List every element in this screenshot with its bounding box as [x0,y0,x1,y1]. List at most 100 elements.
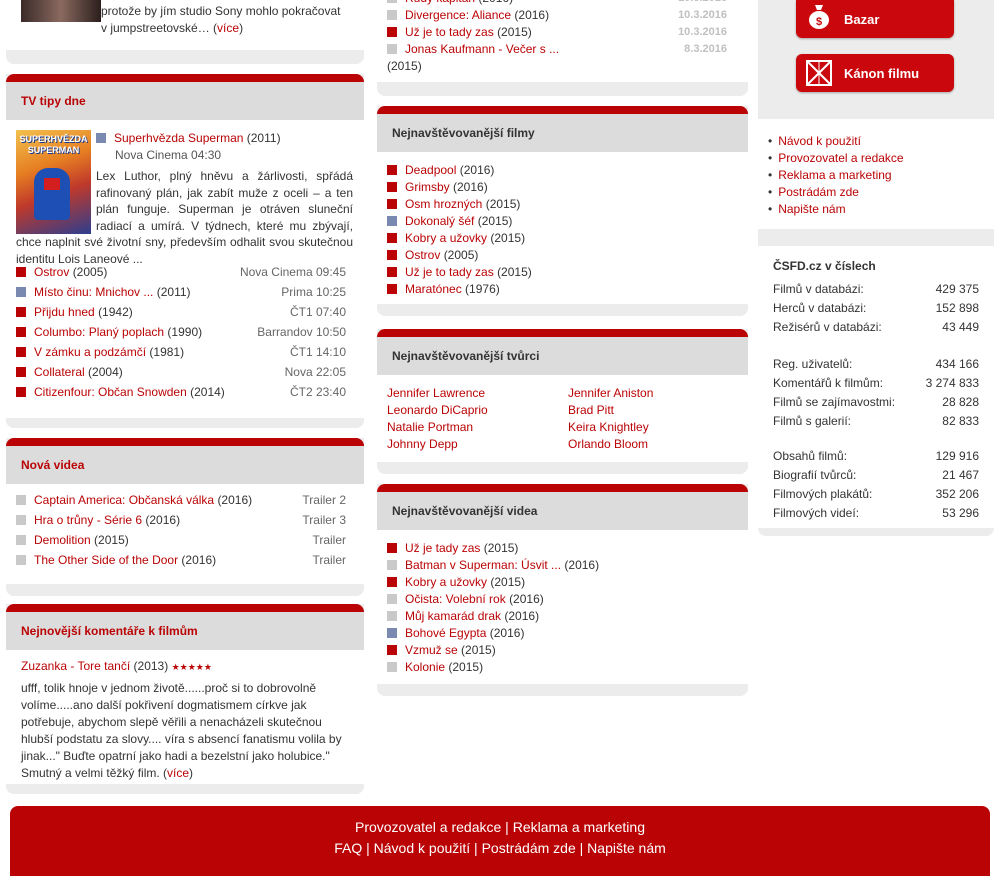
stat-value: 21 467 [942,468,979,482]
creator-link[interactable]: Jennifer Aniston [568,386,653,400]
film-link[interactable]: Batman v Superman: Úsvit ... [405,558,561,572]
comment-user-link[interactable]: Zuzanka [21,659,67,673]
film-link[interactable]: Ostrov [34,265,69,279]
film-link[interactable]: Kobry a užovky [405,575,487,589]
film-link[interactable]: Collateral [34,365,85,379]
stat-value: 352 206 [935,487,979,501]
stat-label: Filmových videí: [773,506,860,520]
film-link[interactable]: Už je to tady zas [405,25,494,39]
film-link[interactable]: Demolition [34,533,91,547]
film-link[interactable]: Columbo: Planý poplach [34,325,164,339]
film-year: (2014) [190,385,225,399]
article-more-link[interactable]: více [217,21,239,35]
film-year: (2004) [88,365,123,379]
film-link[interactable]: Bohové Egypta [405,626,486,640]
list-item: Kolonie (2015) [387,659,742,676]
red-marker-icon [16,307,26,317]
stat-label: Filmových plakátů: [773,487,873,501]
gray-marker-icon [387,10,397,20]
footer-link[interactable]: Provozovatel a redakce [355,819,501,835]
film-link[interactable]: Divergence: Aliance [405,8,511,22]
comment-film-link[interactable]: Tore tančí [77,659,130,673]
bazar-button[interactable]: $ Bazar [796,0,954,38]
film-link[interactable]: Ostrov [405,248,440,262]
footer-link[interactable]: FAQ [334,840,362,856]
list-item: Ostrov (2005) Nova Cinema 09:45 [16,264,356,284]
film-frame-icon [806,60,832,86]
right-link[interactable]: Reklama a marketing [778,168,891,182]
right-link[interactable]: Napište nám [778,202,845,216]
stats-box: ČSFD.cz v číslech Filmů v databázi: 429 3… [758,246,994,528]
right-link[interactable]: Provozovatel a redakce [778,151,903,165]
stat-label: Komentářů k filmům: [773,376,884,390]
poster-title: SUPERHVĚZDA SUPERMAN [19,134,88,155]
film-link[interactable]: Grimsby [405,180,450,194]
creator-link[interactable]: Brad Pitt [568,403,614,417]
film-year: (2016) [514,8,550,22]
film-link[interactable]: Přijdu hned [34,305,95,319]
film-year: (2016) [217,493,253,507]
creator-link[interactable]: Natalie Portman [387,420,473,434]
article-thumbnail[interactable] [21,0,101,22]
film-link[interactable]: Captain America: Občanská válka [34,493,214,507]
stat-label: Režisérů v databázi: [773,320,882,334]
right-links-box: Návod k použití Provozovatel a redakce Rek… [758,119,994,229]
film-link[interactable]: Hra o trůny - Série 6 [34,513,142,527]
red-marker-icon [16,347,26,357]
film-link[interactable]: Kobry a užovky [405,231,487,245]
film-link[interactable]: Deadpool [405,163,456,177]
creator-link[interactable]: Jennifer Lawrence [387,386,485,400]
film-link[interactable]: Už je to tady zas [405,265,494,279]
most-visited-films-title: Nejnavštěvovanější filmy [377,114,748,152]
footer-link[interactable]: Reklama a marketing [513,819,645,835]
film-link[interactable]: The Other Side of the Door [34,553,178,567]
list-item: Místo činu: Mnichov ... (2011) Prima 10:2… [16,284,356,304]
creator-link[interactable]: Orlando Bloom [568,437,648,451]
film-link[interactable]: Osm hrozných [405,197,482,211]
film-link[interactable]: Očista: Volební rok [405,592,506,606]
red-marker-icon [387,284,397,294]
film-link[interactable]: Citizenfour: Občan Snowden [34,385,187,399]
comment-more-link[interactable]: více [167,766,189,780]
film-link[interactable]: Vzmuž se [405,643,458,657]
creator-link[interactable]: Leonardo DiCaprio [387,403,488,417]
new-videos-box: Nová videa Captain America: Občanská vál… [6,438,364,596]
stat-row: Filmů s galerií: 82 833 [773,412,994,431]
film-link[interactable]: Jonas Kaufmann - Večer s ... [405,42,559,56]
kanon-button[interactable]: Kánon filmu [796,54,954,92]
film-link[interactable]: Už je tady zas [405,541,480,555]
featured-film-link[interactable]: Superhvězda Superman [114,131,243,145]
right-link[interactable]: Postrádám zde [778,185,859,199]
footer-link[interactable]: Napište nám [587,840,666,856]
creator-link[interactable]: Johnny Depp [387,437,458,451]
right-link-item: Reklama a marketing [768,167,904,184]
blue-marker-icon [387,628,397,638]
footer-link[interactable]: Návod k použití [374,840,471,856]
film-year: (2015) [461,643,496,657]
list-item: Můj kamarád drak (2016) [387,608,742,625]
list-item: Dokonalý šéf (2015) [387,213,742,230]
row-meta: 10.3.2016 [678,0,727,7]
new-videos-list: Captain America: Občanská válka (2016) Tr… [16,492,356,572]
footer-link[interactable]: Postrádám zde [482,840,576,856]
film-link[interactable]: V zámku a podzámčí [34,345,146,359]
stat-row: Filmů v databázi: 429 375 [773,280,994,299]
right-link[interactable]: Návod k použití [778,134,861,148]
stat-label: Obsahů filmů: [773,449,848,463]
creator-link[interactable]: Keira Knightley [568,420,649,434]
creator-item: Natalie Portman [387,419,567,436]
film-link[interactable]: Místo činu: Mnichov ... [34,285,153,299]
gray-marker-icon [387,611,397,621]
film-link[interactable]: Můj kamarád drak [405,609,501,623]
film-link[interactable]: Dokonalý šéf [405,214,474,228]
film-link[interactable]: Kolonie [405,660,445,674]
list-item: Captain America: Občanská válka (2016) Tr… [16,492,356,512]
red-marker-icon [16,387,26,397]
row-meta: Nova Cinema 09:45 [239,265,346,279]
film-link[interactable]: Rudý kapitán [405,0,475,5]
list-item: Očista: Volební rok (2016) [387,591,742,608]
film-link[interactable]: Maratónec [405,282,462,296]
footer-row-2: FAQ | Návod k použití | Postrádám zde | … [10,839,990,857]
film-year: (2016) [509,592,544,606]
list-item: Jonas Kaufmann - Večer s ... 8.3.2016 [387,41,742,58]
